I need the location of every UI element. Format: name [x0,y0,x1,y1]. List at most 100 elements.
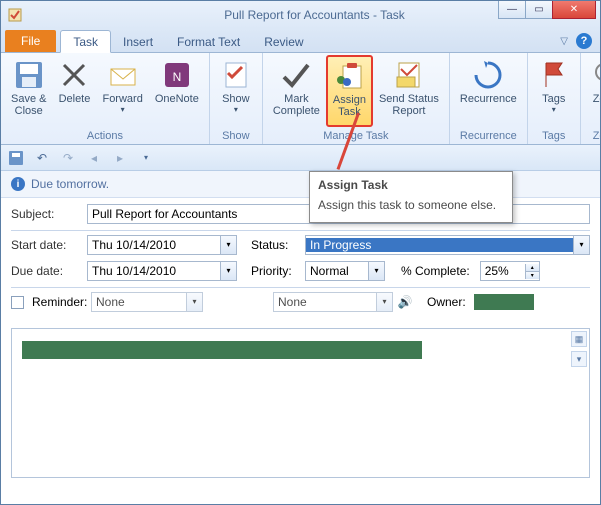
forward-button[interactable]: Forward ▾ [96,55,148,127]
onenote-button[interactable]: N OneNote [149,55,205,127]
chevron-down-icon[interactable]: ▾ [368,262,384,280]
recurrence-button[interactable]: Recurrence [454,55,523,127]
reminder-checkbox[interactable] [11,296,24,309]
qat-customize-button[interactable]: ▾ [137,149,155,167]
owner-label: Owner: [417,295,470,309]
notice-text: Due tomorrow. [31,177,109,191]
group-tags-label: Tags [532,129,576,144]
task-body-editor[interactable]: ▦ ▾ [11,328,590,478]
ribbon-tabstrip: File Task Insert Format Text Review ▽ ? [1,29,600,53]
svg-text:N: N [172,70,181,84]
status-label: Status: [241,238,301,252]
qat-next-button[interactable]: ▸ [111,149,129,167]
start-date-picker[interactable]: Thu 10/14/2010 ▾ [87,235,237,255]
reminder-date-value: None [92,295,186,309]
tab-insert[interactable]: Insert [111,31,165,52]
task-icon [7,7,23,23]
delete-button[interactable]: Delete [52,55,96,127]
pct-complete-value: 25% [481,264,525,278]
group-manage-label: Manage Task [267,129,445,144]
qat-redo-button[interactable]: ↷ [59,149,77,167]
chevron-down-icon[interactable]: ▾ [376,293,392,311]
priority-value: Normal [306,264,368,278]
chevron-down-icon[interactable]: ▾ [220,236,236,254]
tags-button[interactable]: Tags ▾ [532,55,576,127]
group-recurrence-label: Recurrence [454,129,523,144]
subject-label: Subject: [11,207,83,221]
owner-value [474,294,534,310]
due-date-picker[interactable]: Thu 10/14/2010 ▾ [87,261,237,281]
show-button[interactable]: Show ▾ [214,55,258,127]
group-show-label: Show [214,129,258,144]
reminder-time-select[interactable]: None ▾ [273,292,393,312]
chevron-down-icon[interactable]: ▾ [220,262,236,280]
help-icon[interactable]: ? [576,33,592,49]
save-icon [13,59,45,91]
reminder-label: Reminder: [32,295,87,309]
quick-access-toolbar: ↶ ↷ ◂ ▸ ▾ [1,145,600,171]
checkmark-icon [280,59,312,91]
reminder-sound-button[interactable]: 🔊 [397,294,413,310]
due-date-label: Due date: [11,264,83,278]
forward-icon [107,59,139,91]
group-actions: Save & Close Delete Forward ▾ N OneNote … [1,53,210,144]
qat-undo-button[interactable]: ↶ [33,149,51,167]
chevron-down-icon: ▾ [121,105,125,114]
spin-up-icon[interactable]: ▴ [526,264,539,272]
priority-select[interactable]: Normal ▾ [305,261,385,281]
status-select[interactable]: In Progress ▾ [305,235,590,255]
minimize-button[interactable]: — [498,1,526,19]
zoom-button[interactable]: Zoom [585,55,601,127]
spin-down-icon[interactable]: ▾ [526,272,539,279]
status-value: In Progress [306,238,573,252]
tab-task[interactable]: Task [60,30,111,53]
ribbon-minimize-icon[interactable]: ▽ [560,36,568,47]
group-zoom: Zoom Zoom [581,53,601,144]
due-date-value: Thu 10/14/2010 [88,264,220,278]
save-close-button[interactable]: Save & Close [5,55,52,127]
qat-prev-button[interactable]: ◂ [85,149,103,167]
window-buttons: — ▭ ✕ [499,1,596,21]
tooltip-title: Assign Task [318,178,504,192]
group-recurrence: Recurrence Recurrence [450,53,528,144]
close-button[interactable]: ✕ [552,1,596,19]
assign-task-button[interactable]: Assign Task [326,55,373,127]
start-date-label: Start date: [11,238,83,252]
group-manage-task: Mark Complete Assign Task Send Status Re… [263,53,450,144]
mark-complete-button[interactable]: Mark Complete [267,55,326,127]
maximize-button[interactable]: ▭ [525,1,553,19]
reminder-time-value: None [274,295,376,309]
tab-format-text[interactable]: Format Text [165,31,252,52]
onenote-icon: N [161,59,193,91]
info-icon: i [11,177,25,191]
qat-save-button[interactable] [7,149,25,167]
reminder-date-select[interactable]: None ▾ [91,292,203,312]
task-window: Pull Report for Accountants - Task — ▭ ✕… [0,0,601,505]
tab-file[interactable]: File [5,30,56,52]
group-tags: Tags ▾ Tags [528,53,581,144]
send-status-report-button[interactable]: Send Status Report [373,55,445,127]
chevron-down-icon[interactable]: ▾ [573,236,589,254]
body-content-bar [22,341,422,359]
pct-complete-label: % Complete: [389,264,476,278]
tooltip-body: Assign this task to someone else. [318,198,504,212]
group-show: Show ▾ Show [210,53,263,144]
titlebar: Pull Report for Accountants - Task — ▭ ✕ [1,1,600,29]
group-actions-label: Actions [5,129,205,144]
tab-review[interactable]: Review [252,31,315,52]
pct-complete-spinner[interactable]: 25% ▴ ▾ [480,261,540,281]
show-icon [220,59,252,91]
ribbon: Save & Close Delete Forward ▾ N OneNote … [1,53,600,145]
assign-task-tooltip: Assign Task Assign this task to someone … [309,171,513,223]
group-zoom-label: Zoom [585,129,601,144]
zoom-icon [591,59,601,91]
assign-task-icon [333,60,365,92]
flag-icon [538,59,570,91]
chevron-down-icon[interactable]: ▾ [186,293,202,311]
ribbon-help-area: ▽ ? [560,33,592,49]
start-date-value: Thu 10/14/2010 [88,238,220,252]
body-expand-icon[interactable]: ▾ [571,351,587,367]
body-tool-icon[interactable]: ▦ [571,331,587,347]
recurrence-icon [472,59,504,91]
priority-label: Priority: [241,264,301,278]
